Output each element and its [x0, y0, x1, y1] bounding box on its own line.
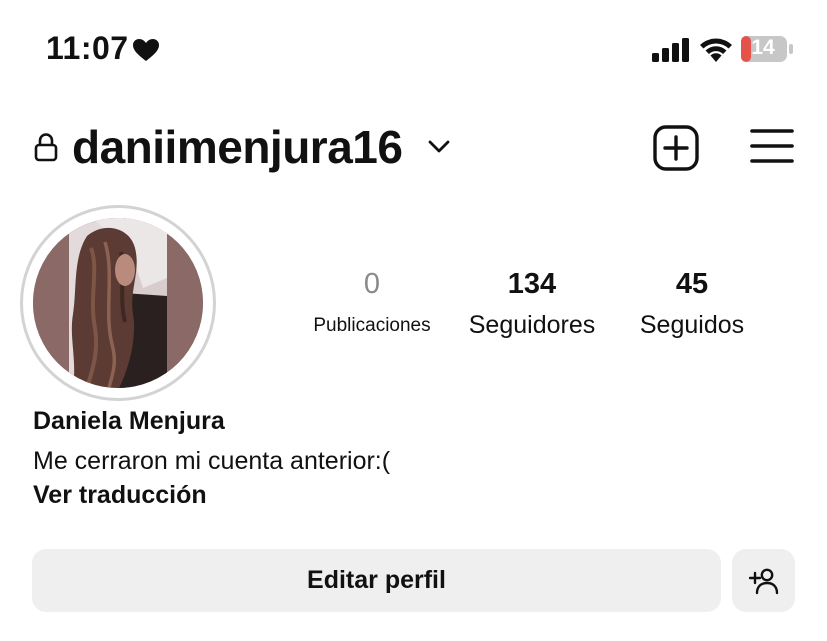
status-time: 11:07 [46, 30, 129, 66]
posts-label: Publicaciones [313, 315, 431, 336]
signal-icon [652, 38, 689, 62]
followers-label: Seguidores [468, 311, 596, 339]
add-person-icon [749, 568, 779, 595]
followers-count: 134 [507, 268, 557, 300]
avatar-photo [33, 218, 203, 388]
profile-bio: Me cerraron mi cuenta anterior:( [33, 447, 391, 475]
following-label: Seguidos [639, 311, 745, 339]
stat-followers[interactable]: 134 Seguidores [456, 268, 608, 340]
chevron-down-icon[interactable] [428, 140, 450, 154]
posts-count: 0 [363, 268, 381, 300]
battery-level: 14 [751, 36, 775, 59]
menu-icon[interactable] [750, 127, 794, 165]
following-count: 45 [675, 268, 709, 300]
see-translation-link[interactable]: Ver traducción [33, 481, 207, 510]
lock-icon [34, 133, 58, 162]
heart-icon [133, 39, 159, 61]
profile-username[interactable]: daniimenjura16 [72, 120, 403, 174]
avatar[interactable] [33, 218, 203, 388]
edit-profile-button[interactable]: Editar perfil [32, 549, 721, 612]
discover-people-button[interactable] [732, 549, 795, 612]
stat-posts[interactable]: 0 Publicaciones [296, 268, 448, 337]
stat-following[interactable]: 45 Seguidos [616, 268, 768, 340]
wifi-icon [700, 38, 732, 62]
profile-full-name: Daniela Menjura [33, 407, 225, 435]
new-post-icon[interactable] [652, 124, 700, 172]
